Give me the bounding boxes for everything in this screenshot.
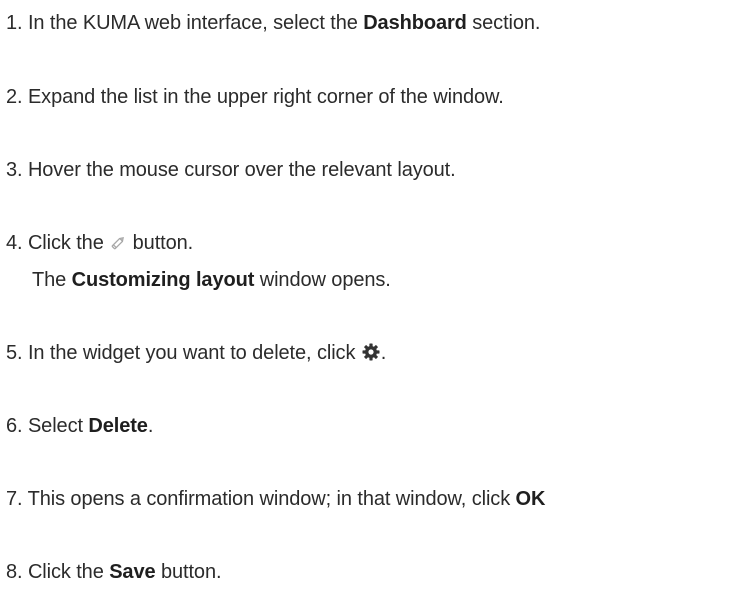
step-text-end: .: [147, 415, 154, 437]
step-2: 2. Expand the list in the upper right co…: [6, 85, 504, 109]
step-8: 8. Click the Save button.: [6, 560, 222, 584]
step-number: 8.: [6, 561, 23, 583]
step-text: Click the: [22, 561, 110, 583]
step-4-result: The Customizing layout window opens.: [32, 268, 391, 292]
instruction-document: 1. In the KUMA web interface, select the…: [0, 0, 746, 608]
result-text-end: window opens.: [254, 269, 391, 291]
step-number: 6.: [6, 415, 23, 437]
step-number: 2.: [6, 86, 23, 108]
step-text: Expand the list in the upper right corne…: [22, 86, 504, 108]
result-bold-term: Customizing layout: [71, 269, 255, 291]
step-text-end: button.: [127, 232, 194, 254]
step-7: 7. This opens a confirmation window; in …: [6, 487, 545, 511]
step-number: 7.: [6, 488, 23, 510]
step-bold-term: Dashboard: [363, 12, 467, 34]
result-text: The: [32, 269, 72, 291]
step-number: 1.: [6, 12, 23, 34]
pencil-icon: [109, 234, 127, 258]
step-text-end: section.: [466, 12, 541, 34]
step-text-end: .: [380, 342, 387, 364]
step-text: Hover the mouse cursor over the relevant…: [22, 159, 456, 181]
step-bold-term: Save: [109, 561, 156, 583]
step-5: 5. In the widget you want to delete, cli…: [6, 341, 386, 368]
step-bold-term: Delete: [88, 415, 148, 437]
step-text: Select: [22, 415, 89, 437]
step-number: 4.: [6, 232, 23, 254]
step-3: 3. Hover the mouse cursor over the relev…: [6, 158, 456, 182]
step-number: 3.: [6, 159, 23, 181]
step-text: In the widget you want to delete, click: [22, 342, 361, 364]
step-4: 4. Click the button.: [6, 231, 193, 258]
step-text: Click the: [22, 232, 110, 254]
step-text: This opens a confirmation window; in tha…: [22, 488, 516, 510]
step-6: 6. Select Delete.: [6, 414, 153, 438]
step-bold-term: OK: [515, 488, 546, 510]
gear-icon: [361, 342, 381, 368]
step-number: 5.: [6, 342, 23, 364]
step-1: 1. In the KUMA web interface, select the…: [6, 11, 540, 35]
step-text: In the KUMA web interface, select the: [22, 12, 364, 34]
step-text-end: button.: [155, 561, 222, 583]
